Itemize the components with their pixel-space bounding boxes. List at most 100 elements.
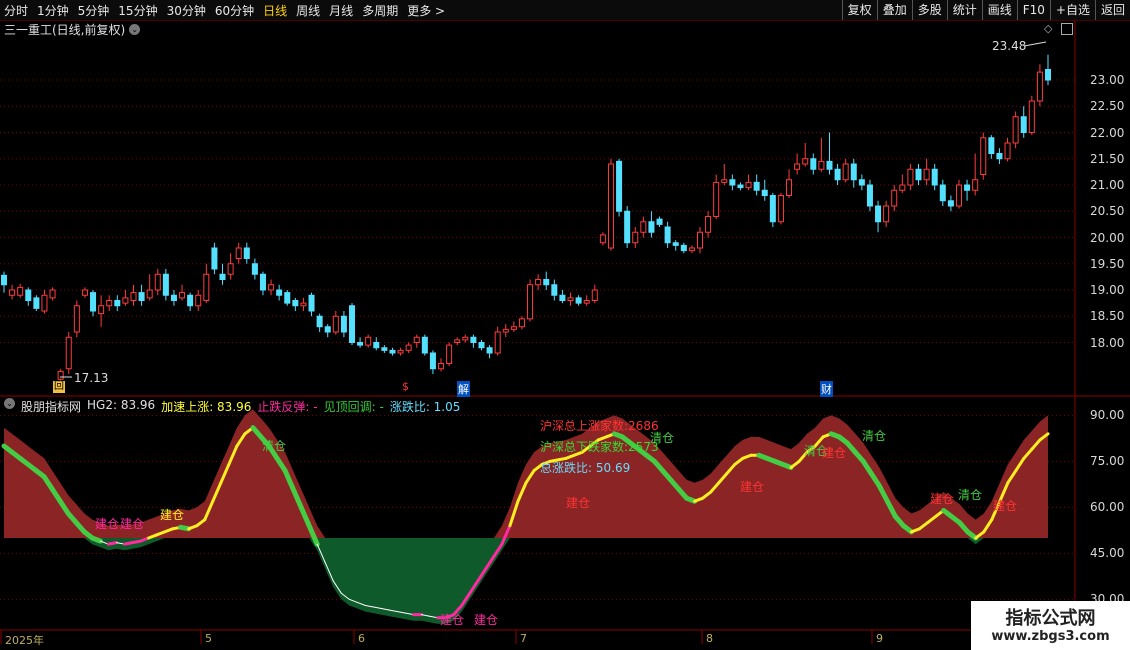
candle-body bbox=[1012, 116, 1019, 144]
candle-body bbox=[980, 137, 987, 175]
event-marker-4[interactable]: 财 bbox=[820, 381, 833, 397]
candle-body bbox=[866, 184, 873, 207]
candle-body bbox=[357, 342, 364, 346]
indicator-stop-fall: 止跌反弹: - bbox=[257, 400, 318, 414]
candle-body bbox=[753, 181, 760, 191]
price-tick-label: 20.50 bbox=[1090, 204, 1125, 219]
signal-label: 建仓 bbox=[440, 613, 464, 627]
candle-body bbox=[745, 181, 752, 189]
candle-body bbox=[49, 289, 56, 299]
candle-body bbox=[672, 242, 679, 246]
candle-body bbox=[1036, 71, 1043, 102]
candle-body bbox=[300, 302, 307, 307]
up-count-label: 沪深总上涨家数:2686 bbox=[540, 419, 659, 433]
candle-body bbox=[332, 315, 339, 333]
candle-body bbox=[729, 179, 736, 186]
candle-body bbox=[348, 305, 356, 343]
candle-body bbox=[73, 305, 80, 333]
candle-body bbox=[802, 158, 809, 165]
candle-body bbox=[308, 294, 315, 312]
candle-body bbox=[130, 292, 137, 301]
candle-body bbox=[1020, 116, 1027, 133]
candle-body bbox=[106, 300, 113, 307]
date-label: 6 bbox=[358, 632, 365, 645]
candle-body bbox=[227, 263, 234, 275]
signal-label: 建仓 bbox=[930, 492, 954, 506]
date-label: 5 bbox=[205, 632, 212, 645]
candle-body bbox=[769, 195, 776, 223]
indicator-accel: 加速上涨: 83.96 bbox=[161, 400, 252, 414]
candle-body bbox=[834, 168, 841, 181]
candle-body bbox=[988, 137, 995, 154]
candle-body bbox=[65, 336, 72, 370]
indicator-tick-label: 45.00 bbox=[1090, 546, 1125, 561]
candle-body bbox=[284, 292, 291, 304]
event-marker-3[interactable]: 解 bbox=[457, 381, 470, 397]
watermark-url: www.zbgs3.com bbox=[991, 629, 1110, 644]
candle-body bbox=[324, 326, 331, 333]
price-tick-label: 21.50 bbox=[1090, 151, 1125, 166]
indicator-top-pullback: 见顶回调: - bbox=[323, 400, 384, 414]
candle-body bbox=[162, 273, 169, 296]
candle-body bbox=[656, 218, 663, 225]
candle-body bbox=[875, 205, 882, 223]
candle-body bbox=[235, 247, 242, 259]
candle-body bbox=[389, 349, 396, 354]
candle-body bbox=[680, 244, 687, 252]
date-label: 7 bbox=[520, 632, 527, 645]
candle-body bbox=[761, 189, 768, 196]
signal-label: 建仓 bbox=[566, 496, 590, 510]
indicator-green-area bbox=[4, 538, 1048, 624]
candle-body bbox=[713, 181, 720, 217]
candle-body bbox=[470, 336, 477, 343]
price-tick-label: 18.50 bbox=[1090, 309, 1125, 324]
price-tick-label: 23.00 bbox=[1090, 73, 1125, 87]
candle-body bbox=[688, 247, 695, 252]
candle-body bbox=[405, 344, 412, 351]
candle-body bbox=[122, 297, 129, 304]
candle-body bbox=[259, 273, 266, 291]
event-marker-2[interactable]: $ bbox=[402, 380, 409, 393]
indicator-title-bar: ⌄ 股朋指标网 HG2: 83.96 加速上涨: 83.96 止跌反弹: - 见… bbox=[4, 398, 460, 415]
chevron-down-icon[interactable]: ⌄ bbox=[4, 398, 15, 409]
candle-body bbox=[535, 279, 542, 286]
candle-body bbox=[850, 163, 857, 181]
indicator-tick-label: 90.00 bbox=[1090, 408, 1125, 423]
candle-body bbox=[543, 279, 550, 286]
candle-body bbox=[268, 284, 275, 291]
candle-body bbox=[421, 336, 428, 354]
candle-body bbox=[899, 184, 906, 191]
candle-body bbox=[486, 347, 493, 354]
candle-body bbox=[373, 342, 380, 349]
indicator-name: 股朋指标网 bbox=[21, 400, 82, 414]
hg2-segment bbox=[89, 535, 103, 544]
price-tick-label: 22.00 bbox=[1090, 125, 1125, 140]
panel-toggle-icon[interactable] bbox=[1061, 23, 1073, 35]
candle-body bbox=[972, 179, 979, 191]
candle-body bbox=[81, 289, 88, 296]
high-arrow bbox=[1023, 41, 1047, 47]
candle-body bbox=[575, 297, 582, 304]
indicator-tick-label: 75.00 bbox=[1090, 454, 1125, 469]
candle-body bbox=[17, 286, 24, 296]
candle-body bbox=[567, 297, 574, 301]
candle-body bbox=[397, 349, 404, 354]
candle-body bbox=[737, 184, 744, 189]
event-marker-1[interactable]: 回 bbox=[53, 381, 65, 393]
candle-body bbox=[907, 168, 914, 186]
candle-body bbox=[640, 221, 647, 233]
signal-label: 建仓 bbox=[120, 517, 144, 531]
candle-body bbox=[810, 158, 817, 170]
chart-canvas[interactable]: 建仓 建仓建仓清仓建仓 建仓建仓清仓建仓清仓建仓清仓建仓 清仓建仓 bbox=[0, 0, 1130, 650]
candle-body bbox=[25, 289, 32, 301]
signal-label: 建仓 bbox=[474, 613, 498, 627]
candle-body bbox=[818, 160, 825, 170]
candle-body bbox=[33, 297, 40, 309]
candle-body bbox=[9, 289, 16, 296]
watermark: 指标公式网 www.zbgs3.com bbox=[971, 601, 1130, 650]
candle-body bbox=[915, 168, 922, 181]
candle-body bbox=[1044, 69, 1052, 81]
candle-body bbox=[195, 294, 202, 307]
hg2-segment bbox=[106, 541, 118, 546]
diamond-icon[interactable]: ◇ bbox=[1044, 22, 1052, 35]
